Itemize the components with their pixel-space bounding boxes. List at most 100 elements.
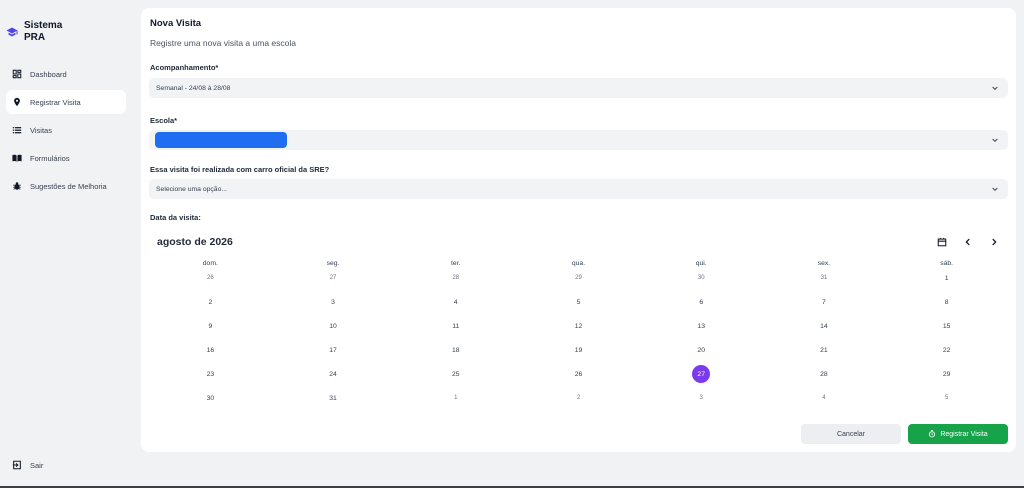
brand: Sistema PRA xyxy=(6,20,62,44)
calendar-day[interactable]: 23 xyxy=(149,362,272,386)
calendar-day[interactable]: 30 xyxy=(640,266,763,290)
calendar-day[interactable]: 20 xyxy=(640,338,763,362)
logout-label: Sair xyxy=(30,460,44,470)
sidebar-item-sugestoes[interactable]: Sugestões de Melhoria xyxy=(6,174,126,198)
calendar-icon xyxy=(937,237,947,247)
graduation-cap-icon xyxy=(6,27,18,37)
calendar-day[interactable]: 27 xyxy=(272,266,395,290)
calendar-day[interactable]: 3 xyxy=(640,386,763,410)
sidebar-item-label: Formulários xyxy=(30,153,70,163)
acompanhamento-value: Semanal - 24/08 à 28/08 xyxy=(156,84,231,92)
calendar-day[interactable]: 28 xyxy=(394,266,517,290)
clock-icon xyxy=(929,430,936,438)
sidebar-item-registrar-visita[interactable]: Registrar Visita xyxy=(6,90,126,114)
calendar-day[interactable]: 18 xyxy=(394,338,517,362)
calendar-day[interactable]: 1 xyxy=(885,266,1008,290)
calendar-day[interactable]: 29 xyxy=(885,362,1008,386)
calendar-day[interactable]: 26 xyxy=(149,266,272,290)
calendar-day[interactable]: 11 xyxy=(394,314,517,338)
page-title: Nova Visita xyxy=(150,18,202,29)
calendar-day[interactable]: 5 xyxy=(885,386,1008,410)
calendar-day[interactable]: 25 xyxy=(394,362,517,386)
calendar-day[interactable]: 4 xyxy=(394,290,517,314)
calendar-day[interactable]: 30 xyxy=(149,386,272,410)
calendar-day[interactable]: 21 xyxy=(763,338,886,362)
calendar-day[interactable]: 7 xyxy=(763,290,886,314)
calendar-day[interactable]: 10 xyxy=(272,314,395,338)
calendar-next-month-button[interactable] xyxy=(988,236,1000,248)
chevron-left-icon xyxy=(965,238,970,246)
calendar-day[interactable]: 12 xyxy=(517,314,640,338)
calendar-prev-month-button[interactable] xyxy=(962,236,974,248)
data-visita-label: Data da visita: xyxy=(150,213,201,222)
calendar-day[interactable]: 6 xyxy=(640,290,763,314)
map-pin-icon xyxy=(14,97,20,107)
calendar-day[interactable]: 1 xyxy=(394,386,517,410)
acompanhamento-select[interactable]: Semanal - 24/08 à 28/08 xyxy=(149,78,1008,98)
page-subtitle: Registre uma nova visita a uma escola xyxy=(150,38,296,48)
calendar-day[interactable]: 4 xyxy=(763,386,886,410)
calendar-week: 23 24 25 26 27 28 29 xyxy=(149,362,1008,386)
calendar-day[interactable]: 24 xyxy=(272,362,395,386)
carro-oficial-select[interactable]: Selecione uma opção... xyxy=(149,179,1008,199)
escola-select[interactable] xyxy=(149,130,1008,150)
calendar-week: 9 10 11 12 13 14 15 xyxy=(149,314,1008,338)
calendar-day[interactable]: 13 xyxy=(640,314,763,338)
calendar-day[interactable]: 2 xyxy=(517,386,640,410)
sidebar-item-dashboard[interactable]: Dashboard xyxy=(6,62,126,86)
calendar-month-label: agosto de 2026 xyxy=(157,236,233,248)
calendar-week: 16 17 18 19 20 21 22 xyxy=(149,338,1008,362)
calendar-day[interactable]: 15 xyxy=(885,314,1008,338)
calendar-day[interactable]: 14 xyxy=(763,314,886,338)
chevron-down-icon xyxy=(992,86,998,91)
calendar-day[interactable]: 16 xyxy=(149,338,272,362)
app-title-line1: Sistema xyxy=(24,20,63,31)
bug-icon xyxy=(13,182,21,190)
selected-day-label: 27 xyxy=(692,365,711,383)
calendar-day[interactable]: 31 xyxy=(272,386,395,410)
register-visit-button[interactable]: Registrar Visita xyxy=(908,424,1008,444)
sidebar-item-label: Visitas xyxy=(30,125,52,135)
calendar-day[interactable]: 3 xyxy=(272,290,395,314)
calendar-week: 26 27 28 29 30 31 1 xyxy=(149,266,1008,290)
sidebar-item-label: Dashboard xyxy=(30,69,67,79)
chevron-down-icon xyxy=(992,187,998,192)
calendar-day[interactable]: 31 xyxy=(763,266,886,290)
calendar-day[interactable]: 5 xyxy=(517,290,640,314)
calendar-day[interactable]: 2 xyxy=(149,290,272,314)
calendar-week: 2 3 4 5 6 7 8 xyxy=(149,290,1008,314)
cancel-button[interactable]: Cancelar xyxy=(801,424,901,444)
carro-oficial-placeholder: Selecione uma opção... xyxy=(156,185,228,193)
escola-label: Escola* xyxy=(150,116,178,125)
sidebar-item-visitas[interactable]: Visitas xyxy=(6,118,126,142)
register-visit-label: Registrar Visita xyxy=(940,430,988,438)
calendar-day[interactable]: 29 xyxy=(517,266,640,290)
logout-button[interactable]: Sair xyxy=(12,460,43,470)
list-icon xyxy=(12,127,22,134)
chevron-right-icon xyxy=(992,238,997,246)
calendar-view-button[interactable] xyxy=(936,236,948,248)
calendar-day[interactable]: 26 xyxy=(517,362,640,386)
sidebar-nav: Dashboard Registrar Visita Visitas Formu… xyxy=(6,62,126,202)
calendar-day[interactable]: 22 xyxy=(885,338,1008,362)
acompanhamento-label: Acompanhamento* xyxy=(150,63,219,72)
sidebar-item-label: Sugestões de Melhoria xyxy=(30,181,107,191)
sidebar-item-formularios[interactable]: Formulários xyxy=(6,146,126,170)
calendar-day[interactable]: 17 xyxy=(272,338,395,362)
logout-icon xyxy=(12,460,21,470)
chevron-down-icon xyxy=(992,138,998,143)
redacted-value xyxy=(155,132,287,148)
calendar-day[interactable]: 19 xyxy=(517,338,640,362)
visit-form-card: Nova Visita Registre uma nova visita a u… xyxy=(141,8,1016,452)
calendar-day[interactable]: 8 xyxy=(885,290,1008,314)
sidebar: Sistema PRA Dashboard Registrar Visita V… xyxy=(0,0,134,488)
calendar-day[interactable]: 28 xyxy=(763,362,886,386)
sidebar-item-label: Registrar Visita xyxy=(30,97,81,107)
calendar-week: 30 31 1 2 3 4 5 xyxy=(149,386,1008,410)
app-title-line2: PRA xyxy=(24,32,46,43)
carro-oficial-label: Essa visita foi realizada com carro ofic… xyxy=(150,165,330,174)
calendar-day-selected[interactable]: 27 xyxy=(640,362,763,386)
dashboard-icon xyxy=(12,69,22,79)
calendar-day[interactable]: 9 xyxy=(149,314,272,338)
book-icon xyxy=(12,154,22,162)
